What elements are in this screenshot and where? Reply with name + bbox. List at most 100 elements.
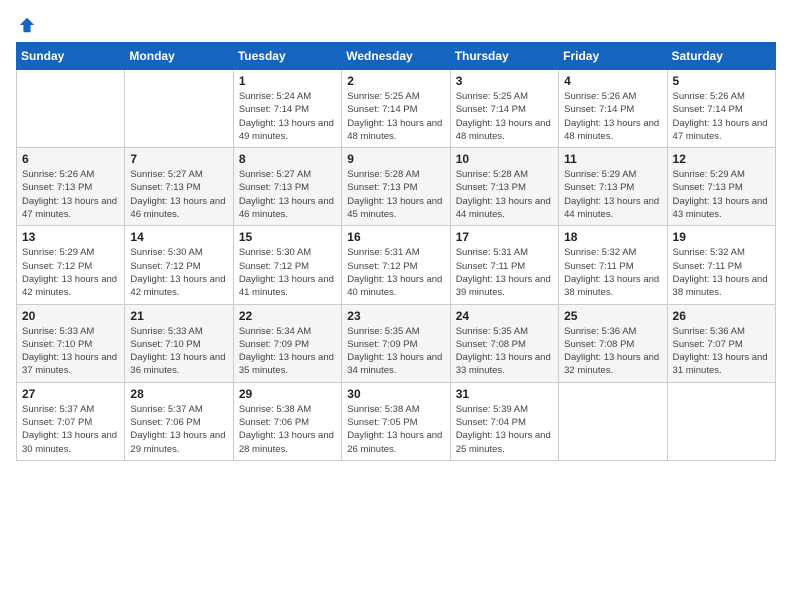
- day-number: 23: [347, 309, 444, 323]
- day-number: 15: [239, 230, 336, 244]
- weekday-header: Thursday: [450, 43, 558, 70]
- day-number: 5: [673, 74, 770, 88]
- calendar-cell: 21 Sunrise: 5:33 AMSunset: 7:10 PMDayligh…: [125, 304, 233, 382]
- day-info: Sunrise: 5:39 AMSunset: 7:04 PMDaylight:…: [456, 403, 553, 456]
- calendar-table: SundayMondayTuesdayWednesdayThursdayFrid…: [16, 42, 776, 461]
- calendar-cell: 12 Sunrise: 5:29 AMSunset: 7:13 PMDayligh…: [667, 148, 775, 226]
- day-number: 24: [456, 309, 553, 323]
- day-info: Sunrise: 5:28 AMSunset: 7:13 PMDaylight:…: [456, 168, 553, 221]
- calendar-cell: 25Sunrise: 5:36 AMSunset: 7:08 PMDayligh…: [559, 304, 667, 382]
- day-info: Sunrise: 5:38 AMSunset: 7:06 PMDaylight:…: [239, 403, 336, 456]
- weekday-header: Wednesday: [342, 43, 450, 70]
- day-info: Sunrise: 5:37 AMSunset: 7:07 PMDaylight:…: [22, 403, 119, 456]
- calendar-cell: 9 Sunrise: 5:28 AMSunset: 7:13 PMDaylight…: [342, 148, 450, 226]
- calendar-cell: 20Sunrise: 5:33 AMSunset: 7:10 PMDayligh…: [17, 304, 125, 382]
- day-info: Sunrise: 5:29 AMSunset: 7:13 PMDaylight:…: [564, 168, 661, 221]
- weekday-header-row: SundayMondayTuesdayWednesdayThursdayFrid…: [17, 43, 776, 70]
- calendar-cell: 27 Sunrise: 5:37 AMSunset: 7:07 PMDayligh…: [17, 382, 125, 460]
- weekday-header: Monday: [125, 43, 233, 70]
- calendar-cell: 22Sunrise: 5:34 AMSunset: 7:09 PMDayligh…: [233, 304, 341, 382]
- calendar-cell: 13 Sunrise: 5:29 AMSunset: 7:12 PMDayligh…: [17, 226, 125, 304]
- calendar-week-row: 1 Sunrise: 5:24 AMSunset: 7:14 PMDaylight…: [17, 70, 776, 148]
- logo-icon: [18, 16, 36, 34]
- calendar-cell: [125, 70, 233, 148]
- calendar-cell: 29Sunrise: 5:38 AMSunset: 7:06 PMDayligh…: [233, 382, 341, 460]
- calendar-cell: 10 Sunrise: 5:28 AMSunset: 7:13 PMDayligh…: [450, 148, 558, 226]
- calendar-cell: 26Sunrise: 5:36 AMSunset: 7:07 PMDayligh…: [667, 304, 775, 382]
- day-number: 30: [347, 387, 444, 401]
- day-number: 27: [22, 387, 119, 401]
- day-info: Sunrise: 5:37 AMSunset: 7:06 PMDaylight:…: [130, 403, 227, 456]
- weekday-header: Tuesday: [233, 43, 341, 70]
- calendar-cell: 2Sunrise: 5:25 AMSunset: 7:14 PMDaylight…: [342, 70, 450, 148]
- day-number: 22: [239, 309, 336, 323]
- day-number: 10: [456, 152, 553, 166]
- day-number: 31: [456, 387, 553, 401]
- day-number: 25: [564, 309, 661, 323]
- calendar-cell: 8Sunrise: 5:27 AMSunset: 7:13 PMDaylight…: [233, 148, 341, 226]
- day-number: 6: [22, 152, 119, 166]
- calendar-cell: 11 Sunrise: 5:29 AMSunset: 7:13 PMDayligh…: [559, 148, 667, 226]
- day-number: 4: [564, 74, 661, 88]
- day-number: 1: [239, 74, 336, 88]
- calendar-cell: [17, 70, 125, 148]
- weekday-header: Sunday: [17, 43, 125, 70]
- calendar-cell: [667, 382, 775, 460]
- day-number: 26: [673, 309, 770, 323]
- day-info: Sunrise: 5:25 AMSunset: 7:14 PMDaylight:…: [456, 90, 553, 143]
- day-number: 13: [22, 230, 119, 244]
- day-info: Sunrise: 5:33 AMSunset: 7:10 PMDaylight:…: [22, 325, 119, 378]
- day-number: 17: [456, 230, 553, 244]
- calendar-week-row: 13 Sunrise: 5:29 AMSunset: 7:12 PMDayligh…: [17, 226, 776, 304]
- day-info: Sunrise: 5:29 AMSunset: 7:13 PMDaylight:…: [673, 168, 770, 221]
- calendar-week-row: 6 Sunrise: 5:26 AMSunset: 7:13 PMDaylight…: [17, 148, 776, 226]
- day-info: Sunrise: 5:30 AMSunset: 7:12 PMDaylight:…: [130, 246, 227, 299]
- day-number: 3: [456, 74, 553, 88]
- day-number: 28: [130, 387, 227, 401]
- day-info: Sunrise: 5:32 AMSunset: 7:11 PMDaylight:…: [673, 246, 770, 299]
- day-info: Sunrise: 5:30 AMSunset: 7:12 PMDaylight:…: [239, 246, 336, 299]
- calendar-cell: 31 Sunrise: 5:39 AMSunset: 7:04 PMDayligh…: [450, 382, 558, 460]
- calendar-cell: 3 Sunrise: 5:25 AMSunset: 7:14 PMDaylight…: [450, 70, 558, 148]
- calendar-cell: 18 Sunrise: 5:32 AMSunset: 7:11 PMDayligh…: [559, 226, 667, 304]
- day-number: 18: [564, 230, 661, 244]
- day-info: Sunrise: 5:33 AMSunset: 7:10 PMDaylight:…: [130, 325, 227, 378]
- calendar-cell: 23 Sunrise: 5:35 AMSunset: 7:09 PMDayligh…: [342, 304, 450, 382]
- calendar-cell: 6 Sunrise: 5:26 AMSunset: 7:13 PMDaylight…: [17, 148, 125, 226]
- header: [16, 16, 776, 34]
- day-number: 12: [673, 152, 770, 166]
- day-info: Sunrise: 5:27 AMSunset: 7:13 PMDaylight:…: [239, 168, 336, 221]
- day-number: 16: [347, 230, 444, 244]
- calendar-cell: 28 Sunrise: 5:37 AMSunset: 7:06 PMDayligh…: [125, 382, 233, 460]
- day-number: 11: [564, 152, 661, 166]
- day-info: Sunrise: 5:35 AMSunset: 7:09 PMDaylight:…: [347, 325, 444, 378]
- calendar-cell: 19 Sunrise: 5:32 AMSunset: 7:11 PMDayligh…: [667, 226, 775, 304]
- weekday-header: Saturday: [667, 43, 775, 70]
- day-info: Sunrise: 5:32 AMSunset: 7:11 PMDaylight:…: [564, 246, 661, 299]
- calendar-cell: 17Sunrise: 5:31 AMSunset: 7:11 PMDayligh…: [450, 226, 558, 304]
- day-info: Sunrise: 5:28 AMSunset: 7:13 PMDaylight:…: [347, 168, 444, 221]
- calendar-week-row: 20Sunrise: 5:33 AMSunset: 7:10 PMDayligh…: [17, 304, 776, 382]
- calendar-cell: 15 Sunrise: 5:30 AMSunset: 7:12 PMDayligh…: [233, 226, 341, 304]
- logo: [16, 16, 38, 34]
- day-info: Sunrise: 5:27 AMSunset: 7:13 PMDaylight:…: [130, 168, 227, 221]
- calendar-cell: 30 Sunrise: 5:38 AMSunset: 7:05 PMDayligh…: [342, 382, 450, 460]
- day-info: Sunrise: 5:26 AMSunset: 7:14 PMDaylight:…: [673, 90, 770, 143]
- weekday-header: Friday: [559, 43, 667, 70]
- day-info: Sunrise: 5:26 AMSunset: 7:13 PMDaylight:…: [22, 168, 119, 221]
- day-number: 19: [673, 230, 770, 244]
- day-info: Sunrise: 5:29 AMSunset: 7:12 PMDaylight:…: [22, 246, 119, 299]
- day-number: 7: [130, 152, 227, 166]
- calendar-cell: 16Sunrise: 5:31 AMSunset: 7:12 PMDayligh…: [342, 226, 450, 304]
- calendar-week-row: 27 Sunrise: 5:37 AMSunset: 7:07 PMDayligh…: [17, 382, 776, 460]
- day-info: Sunrise: 5:26 AMSunset: 7:14 PMDaylight:…: [564, 90, 661, 143]
- calendar-cell: [559, 382, 667, 460]
- day-number: 21: [130, 309, 227, 323]
- calendar-cell: 5 Sunrise: 5:26 AMSunset: 7:14 PMDaylight…: [667, 70, 775, 148]
- day-info: Sunrise: 5:25 AMSunset: 7:14 PMDaylight:…: [347, 90, 444, 143]
- day-number: 9: [347, 152, 444, 166]
- calendar-cell: 24Sunrise: 5:35 AMSunset: 7:08 PMDayligh…: [450, 304, 558, 382]
- day-info: Sunrise: 5:24 AMSunset: 7:14 PMDaylight:…: [239, 90, 336, 143]
- day-info: Sunrise: 5:38 AMSunset: 7:05 PMDaylight:…: [347, 403, 444, 456]
- day-number: 14: [130, 230, 227, 244]
